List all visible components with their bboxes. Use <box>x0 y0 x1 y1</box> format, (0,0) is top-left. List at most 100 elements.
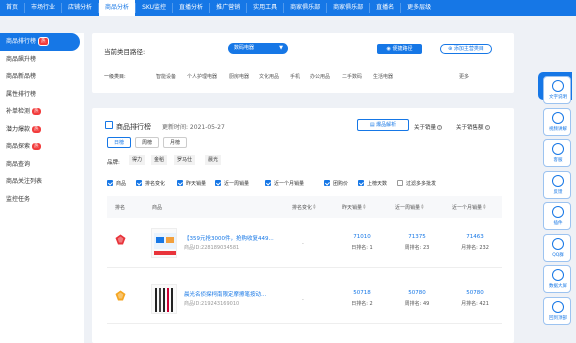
about-sales-label: 关于销量 <box>414 125 437 131</box>
nav-item[interactable]: 更多层级 <box>401 0 437 16</box>
doc-icon <box>552 80 564 92</box>
brand-chip[interactable]: 晨光 <box>205 155 222 165</box>
about-sales-link[interactable]: 关于销量? <box>414 123 443 131</box>
period-tab[interactable]: 周榜 <box>135 137 159 148</box>
nav-item[interactable]: 商家俱乐部 <box>284 0 326 16</box>
sidebar-item-label: 商品排行榜 <box>6 38 37 45</box>
float-tool-label: 插件 <box>553 221 563 226</box>
category-item[interactable]: 厨房电器 <box>229 73 249 80</box>
nav-item[interactable]: 推广营销 <box>210 0 246 16</box>
brand-chip[interactable]: 金稻 <box>151 155 168 165</box>
sidebar-item[interactable]: 补单检测热 <box>0 103 84 121</box>
more-categories-link[interactable]: 更多 <box>459 73 469 80</box>
qq-icon <box>552 237 564 250</box>
category-path-panel: 当前类目路径: 数码电器 ▼ ◉ 便捷路径 ⊕ 添加主营类目 一级类目: 智能设… <box>92 33 514 93</box>
about-amount-link[interactable]: 关于销售额? <box>456 123 490 131</box>
sidebar-item[interactable]: 商品查询 <box>0 156 84 174</box>
sidebar-item[interactable]: 商品排行榜热 <box>0 33 80 51</box>
week-sales-value[interactable]: 71375 <box>387 234 447 240</box>
filter-checkbox[interactable]: 近一周销量 <box>215 180 249 187</box>
rank-change-value: - <box>302 297 304 303</box>
float-tool-button[interactable]: 数据大屏 <box>543 265 571 293</box>
header-yesterday[interactable]: 昨天销量▲ ▼ <box>342 203 366 211</box>
brand-chip[interactable]: 得力 <box>129 155 146 165</box>
float-tool-label: 文字说明 <box>549 95 567 100</box>
product-thumbnail[interactable] <box>151 228 177 258</box>
hot-badge: 热 <box>32 125 41 133</box>
shortcut-path-button[interactable]: ◉ 便捷路径 <box>377 44 422 54</box>
filter-checkbox[interactable]: 上榜天数 <box>358 180 387 187</box>
checkbox-label: 上榜天数 <box>367 181 388 187</box>
product-name-link[interactable]: 晨光名侦探柯南限定摩擦笔按动... <box>184 290 266 298</box>
category-item[interactable]: 生活电器 <box>373 73 393 80</box>
sort-icon: ▲ ▼ <box>483 203 486 210</box>
float-tool-button[interactable]: 反馈 <box>543 170 571 199</box>
month-sales-value[interactable]: 50780 <box>445 290 505 296</box>
nav-item[interactable]: 直播名 <box>370 0 400 16</box>
nav-item[interactable]: 商品分析 <box>99 0 136 16</box>
yesterday-sales-value[interactable]: 50718 <box>332 290 392 296</box>
sidebar-item[interactable]: 商品飙升榜 <box>0 51 84 69</box>
float-tool-button[interactable]: 客服 <box>543 139 571 167</box>
category-select[interactable]: 数码电器 ▼ <box>228 43 288 54</box>
float-tool-button[interactable]: 文字说明 <box>543 76 571 104</box>
category-item[interactable]: 智能设备 <box>156 73 176 80</box>
sidebar-item[interactable]: 监控任务 <box>0 191 84 209</box>
filter-checkbox[interactable]: 过滤多多批发 <box>397 180 436 187</box>
sidebar-item[interactable]: 商品新品榜 <box>0 68 84 86</box>
category-item[interactable]: 文化用品 <box>259 73 279 80</box>
sort-icon: ▲ ▼ <box>421 203 424 210</box>
sidebar-item[interactable]: 潜力爆款热 <box>0 121 84 139</box>
sidebar-item[interactable]: 属性排行榜 <box>0 86 84 104</box>
week-sales-value[interactable]: 50780 <box>387 290 447 296</box>
table-row[interactable]: 【359元抢3000件，抢购收复449... 商品ID:228189034581 -… <box>107 218 502 268</box>
sidebar-item-label: 属性排行榜 <box>6 90 37 98</box>
header-week-label: 近一周销量 <box>395 205 421 211</box>
table-row[interactable]: 晨光名侦探柯南限定摩擦笔按动... 商品ID:219243169010 - 50718… <box>107 274 502 324</box>
product-thumbnail[interactable] <box>151 284 177 314</box>
add-main-category-button[interactable]: ⊕ 添加主营类目 <box>440 44 492 54</box>
float-tool-button[interactable]: 回到顶部 <box>543 296 571 325</box>
header-week[interactable]: 近一周销量▲ ▼ <box>395 203 424 211</box>
float-tool-button[interactable]: 视频讲解 <box>543 107 571 136</box>
nav-item[interactable]: SKU监控 <box>136 0 172 16</box>
header-rank: 排名 <box>115 205 126 211</box>
checkbox-label: 近一周销量 <box>224 181 250 187</box>
float-tool-button[interactable]: QQ群 <box>543 233 571 262</box>
sidebar: 商品排行榜热商品飙升榜 商品新品榜 属性排行榜 补单检测热潜力爆款热商品探索热商品查询… <box>0 33 84 343</box>
category-item[interactable]: 二手数码 <box>342 73 362 80</box>
hot-product-analysis-button[interactable]: ▤ 爆品解析 <box>357 119 409 131</box>
nav-item[interactable]: 商家俱乐部 <box>327 0 369 16</box>
filter-checkbox[interactable]: 昨天销量 <box>177 180 206 187</box>
top-nav: 首页 市场行业 店铺分析 商品分析 SKU监控 直播分析 推广营销 实用工具 商家俱乐部 商家俱乐… <box>0 0 576 16</box>
brand-chip[interactable]: 罗马仕 <box>174 155 196 165</box>
sort-icon: ▲ ▼ <box>313 203 316 210</box>
period-tab[interactable]: 日榜 <box>107 137 131 148</box>
nav-item[interactable]: 店铺分析 <box>62 0 98 16</box>
sidebar-item-label: 补单检测 <box>6 108 31 115</box>
float-tool-button[interactable]: 插件 <box>543 202 571 230</box>
filter-checkbox[interactable]: 团购价 <box>324 180 348 187</box>
product-id: 商品ID:228189034581 <box>184 245 240 251</box>
yesterday-sales-value[interactable]: 71010 <box>332 234 392 240</box>
header-month[interactable]: 近一个月销量▲ ▼ <box>452 203 486 211</box>
month-sales-value[interactable]: 71463 <box>445 234 505 240</box>
sidebar-item[interactable]: 商品探索热 <box>0 138 84 156</box>
product-name-link[interactable]: 【359元抢3000件，抢购收复449... <box>184 234 274 242</box>
category-item[interactable]: 个人护理电器 <box>187 73 217 80</box>
nav-item[interactable]: 直播分析 <box>173 0 209 16</box>
period-tab[interactable]: 月榜 <box>163 137 187 148</box>
category-item[interactable]: 办公用品 <box>310 73 330 80</box>
sidebar-item-label: 商品查询 <box>6 160 31 168</box>
filter-checkbox[interactable]: 排名变化 <box>136 180 165 187</box>
nav-item[interactable]: 首页 <box>0 0 24 16</box>
nav-item[interactable]: 市场行业 <box>25 0 61 16</box>
sidebar-item[interactable]: 商品关注列表 <box>0 173 84 191</box>
sidebar-item-label: 潜力爆款 <box>6 125 31 133</box>
product-id: 商品ID:219243169010 <box>184 301 240 307</box>
filter-checkbox[interactable]: 近一个月销量 <box>265 180 304 187</box>
filter-checkbox[interactable]: 商品 <box>107 180 126 187</box>
header-rank-change[interactable]: 排名变化▲ ▼ <box>292 203 316 211</box>
nav-item[interactable]: 实用工具 <box>247 0 283 16</box>
category-item[interactable]: 手机 <box>290 73 300 80</box>
